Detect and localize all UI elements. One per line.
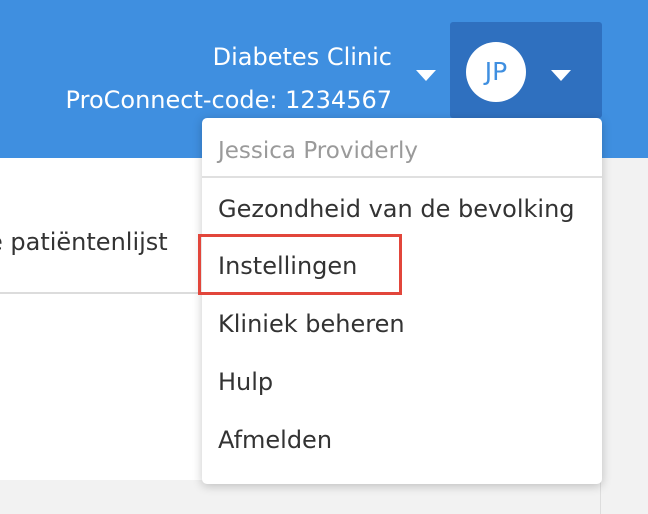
user-dropdown-menu: Jessica Providerly Gezondheid van de bev… — [202, 118, 602, 484]
menu-item-help[interactable]: Hulp — [218, 368, 273, 396]
clinic-name: Diabetes Clinic — [212, 43, 392, 71]
chevron-down-icon — [551, 70, 571, 81]
avatar: JP — [466, 42, 526, 102]
clinic-selector[interactable]: Diabetes Clinic ProConnect-code: 1234567 — [66, 36, 392, 122]
dropdown-user-name: Jessica Providerly — [218, 138, 419, 164]
tab-patient-list[interactable]: e patiëntenlijst — [0, 228, 168, 256]
divider — [202, 176, 602, 178]
content-footer-area — [0, 480, 601, 514]
menu-item-manage-clinic[interactable]: Kliniek beheren — [218, 310, 405, 338]
menu-item-sign-out[interactable]: Afmelden — [218, 426, 332, 454]
chevron-down-icon[interactable] — [416, 70, 436, 81]
highlight-box — [198, 234, 402, 295]
user-menu-button[interactable]: JP — [450, 22, 602, 118]
proconnect-code: ProConnect-code: 1234567 — [65, 86, 392, 114]
menu-item-population-health[interactable]: Gezondheid van de bevolking — [218, 195, 575, 223]
